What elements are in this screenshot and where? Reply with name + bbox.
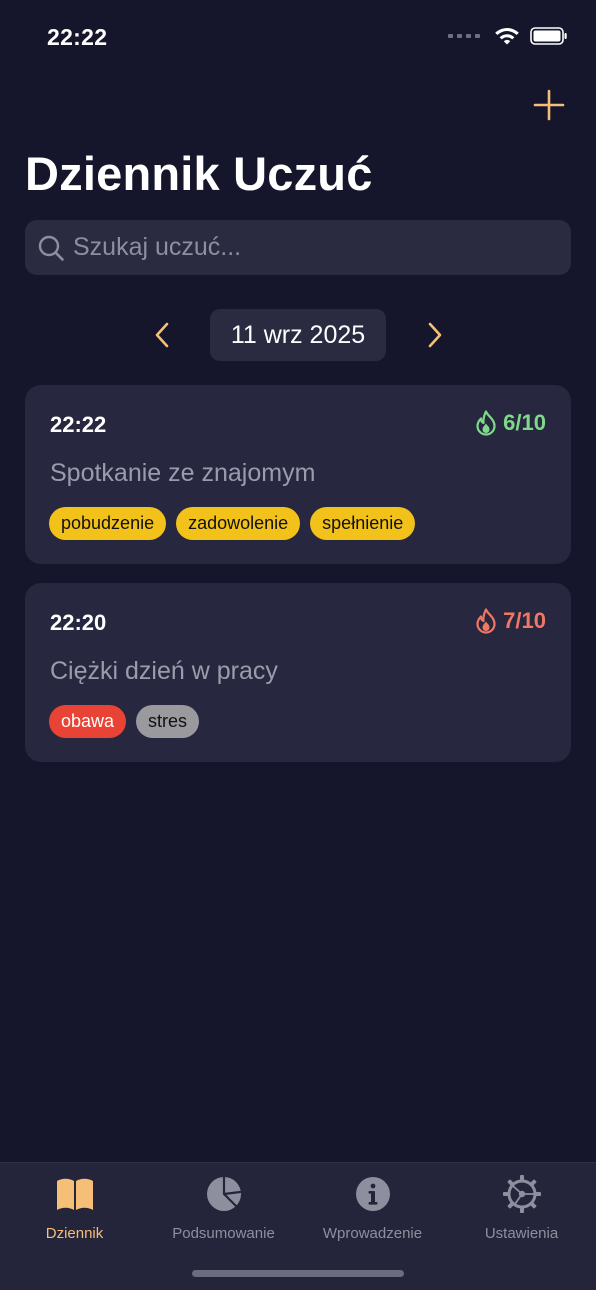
entry-card[interactable]: 22:22 6/10 Spotkanie ze znajomym pobudze… <box>25 385 571 564</box>
flame-icon <box>476 608 496 634</box>
intensity-indicator: 7/10 <box>475 608 546 634</box>
cellular-signal-icon <box>448 34 480 38</box>
date-picker-button[interactable]: 11 wrz 2025 <box>210 309 386 361</box>
chevron-left-icon <box>155 322 169 348</box>
date-navigator: 11 wrz 2025 <box>0 309 596 361</box>
battery-icon <box>530 27 567 45</box>
plus-icon <box>533 89 565 121</box>
emotion-tag: spełnienie <box>310 507 416 540</box>
chevron-right-icon <box>428 322 442 348</box>
search-icon <box>38 235 64 261</box>
status-bar: 22:22 <box>0 0 596 76</box>
intensity-indicator: 6/10 <box>475 410 546 436</box>
gear-icon <box>502 1175 541 1213</box>
intensity-value: 7/10 <box>503 608 546 633</box>
tag-list: obawa stres <box>49 705 200 738</box>
next-day-button[interactable] <box>419 319 449 351</box>
add-entry-button[interactable] <box>532 88 566 122</box>
entry-card[interactable]: 22:20 7/10 Ciężki dzień w pracy obawa st… <box>25 583 571 762</box>
home-indicator[interactable] <box>192 1270 404 1277</box>
entry-time: 22:20 <box>50 610 107 635</box>
emotion-tag: stres <box>136 705 200 738</box>
entry-title: Spotkanie ze znajomym <box>50 459 316 487</box>
tab-label: Podsumowanie <box>172 1225 275 1242</box>
tab-dziennik[interactable]: Dziennik <box>0 1173 149 1249</box>
info-icon <box>355 1177 390 1211</box>
status-time: 22:22 <box>47 24 108 50</box>
tab-podsumowanie[interactable]: Podsumowanie <box>149 1173 298 1249</box>
flame-icon <box>476 410 496 436</box>
tab-label: Wprowadzenie <box>322 1225 423 1242</box>
previous-day-button[interactable] <box>148 319 178 351</box>
intensity-value: 6/10 <box>503 410 546 435</box>
emotion-tag: pobudzenie <box>49 507 167 540</box>
pie-chart-icon <box>206 1175 241 1211</box>
entry-time: 22:22 <box>50 412 107 437</box>
search-bar[interactable] <box>25 220 571 275</box>
tab-label: Dziennik <box>45 1225 104 1242</box>
book-icon <box>56 1178 93 1210</box>
tab-label: Ustawienia <box>484 1225 559 1242</box>
status-icons <box>448 26 568 46</box>
tag-list: pobudzenie zadowolenie spełnienie <box>49 507 416 540</box>
page-title: Dziennik Uczuć <box>25 147 373 200</box>
entry-title: Ciężki dzień w pracy <box>50 657 278 685</box>
emotion-tag: zadowolenie <box>176 507 301 540</box>
wifi-icon <box>495 27 519 45</box>
tab-wprowadzenie[interactable]: Wprowadzenie <box>298 1173 447 1249</box>
search-input[interactable] <box>73 233 543 262</box>
tab-ustawienia[interactable]: Ustawienia <box>447 1173 596 1249</box>
emotion-tag: obawa <box>49 705 127 738</box>
